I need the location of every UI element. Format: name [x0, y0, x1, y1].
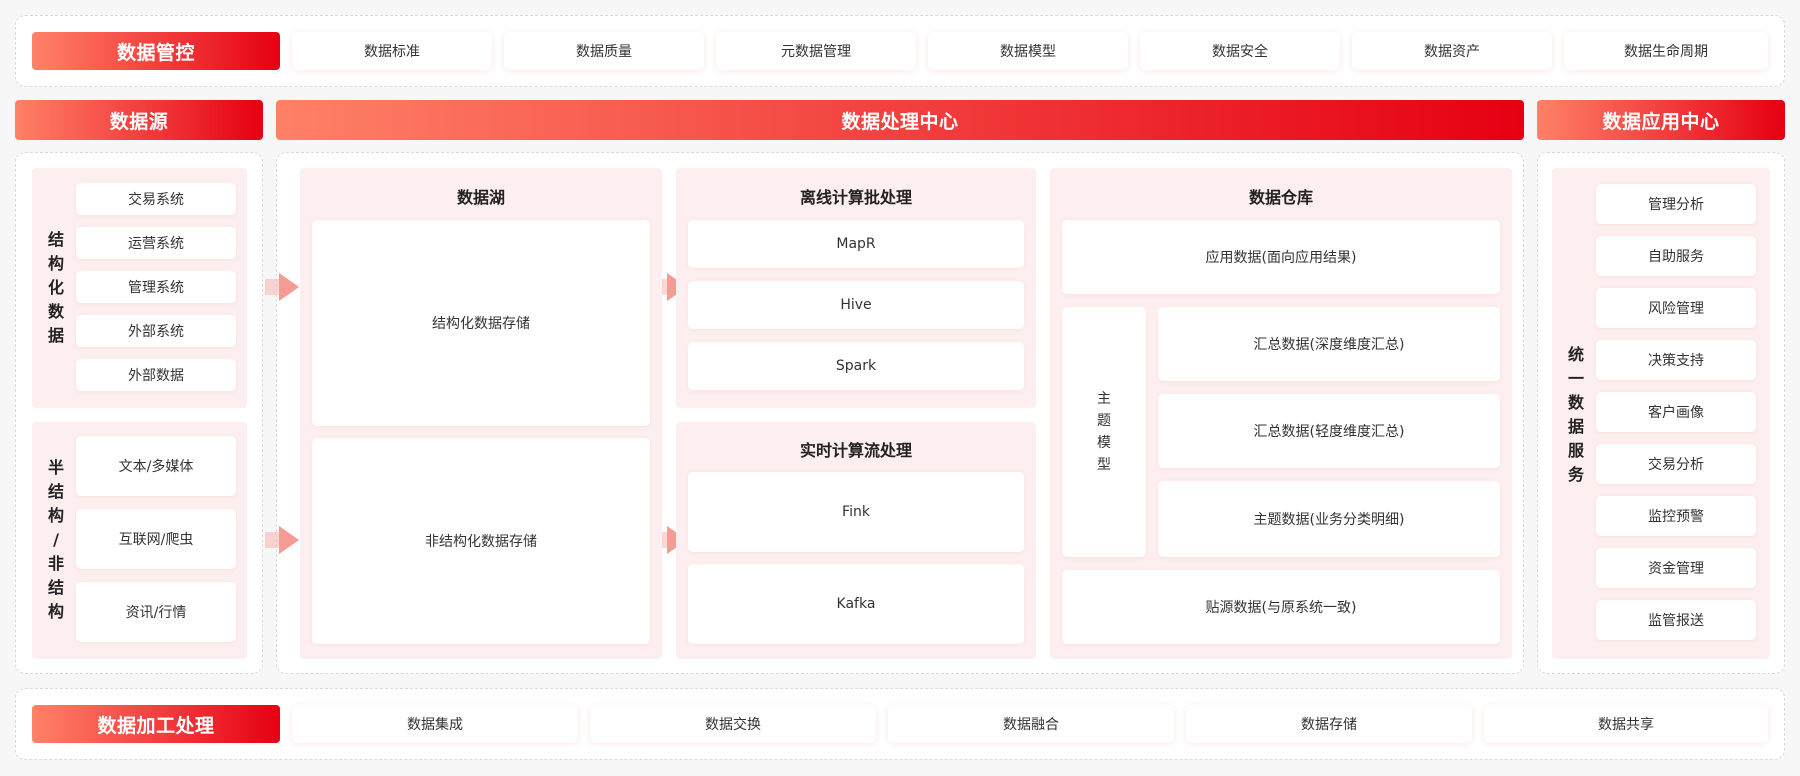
governance-item[interactable]: 数据模型: [928, 32, 1128, 70]
app-item-customer-profile[interactable]: 客户画像: [1596, 392, 1756, 432]
semi-structured-label: 半结构 / 非结构: [47, 458, 64, 621]
processing-item-fusion[interactable]: 数据融合: [888, 705, 1174, 743]
data-source-header: 数据源: [15, 100, 263, 140]
app-item-risk-management[interactable]: 风险管理: [1596, 288, 1756, 328]
governance-item[interactable]: 数据安全: [1140, 32, 1340, 70]
processing-item-storage[interactable]: 数据存储: [1186, 705, 1472, 743]
source-item-external-system[interactable]: 外部系统: [76, 315, 236, 347]
processing-item-sharing[interactable]: 数据共享: [1484, 705, 1768, 743]
stream-item-fink[interactable]: Fink: [688, 472, 1024, 552]
app-item-regulatory-reporting[interactable]: 监管报送: [1596, 600, 1756, 640]
subject-data-layer[interactable]: 主题数据(业务分类明细): [1158, 481, 1500, 557]
data-warehouse-title: 数据仓库: [1248, 188, 1313, 207]
realtime-stream-title: 实时计算流处理: [799, 441, 912, 460]
offline-batch-title: 离线计算批处理: [799, 188, 912, 207]
governance-item[interactable]: 数据生命周期: [1564, 32, 1768, 70]
app-item-monitoring-alert[interactable]: 监控预警: [1596, 496, 1756, 536]
source-item-text-multimedia[interactable]: 文本/多媒体: [76, 436, 236, 496]
source-data-layer[interactable]: 贴源数据(与原系统一致): [1062, 570, 1500, 644]
stream-item-kafka[interactable]: Kafka: [688, 564, 1024, 644]
data-application-center-header: 数据应用中心: [1537, 100, 1785, 140]
arrow-right-icon: [265, 526, 299, 554]
governance-title: 数据管控: [32, 32, 280, 70]
source-item-internet-crawler[interactable]: 互联网/爬虫: [76, 509, 236, 569]
data-lake-title: 数据湖: [456, 188, 505, 207]
source-item-operations-system[interactable]: 运营系统: [76, 227, 236, 259]
summary-deep-layer[interactable]: 汇总数据(深度维度汇总): [1158, 307, 1500, 381]
source-item-management-system[interactable]: 管理系统: [76, 271, 236, 303]
batch-item-spark[interactable]: Spark: [688, 342, 1024, 390]
governance-item[interactable]: 数据标准: [292, 32, 492, 70]
summary-light-layer[interactable]: 汇总数据(轻度维度汇总): [1158, 394, 1500, 468]
batch-item-hive[interactable]: Hive: [688, 281, 1024, 329]
unstructured-data-storage[interactable]: 非结构化数据存储: [312, 438, 650, 644]
governance-item[interactable]: 元数据管理: [716, 32, 916, 70]
app-item-self-service[interactable]: 自助服务: [1596, 236, 1756, 276]
subject-model-layer[interactable]: 主题模型: [1062, 307, 1146, 557]
source-item-trading-system[interactable]: 交易系统: [76, 183, 236, 215]
data-processing-row-title: 数据加工处理: [32, 705, 280, 743]
processing-item-integration[interactable]: 数据集成: [292, 705, 578, 743]
unified-data-service-label: 统一数据服务: [1567, 345, 1584, 484]
structured-data-label: 结构化数据: [47, 230, 64, 345]
arrow-right-icon: [265, 273, 299, 301]
application-data-layer[interactable]: 应用数据(面向应用结果): [1062, 220, 1500, 294]
app-item-management-analysis[interactable]: 管理分析: [1596, 184, 1756, 224]
processing-item-exchange[interactable]: 数据交换: [590, 705, 876, 743]
governance-item[interactable]: 数据资产: [1352, 32, 1552, 70]
batch-item-mapr[interactable]: MapR: [688, 220, 1024, 268]
data-processing-center-header: 数据处理中心: [276, 100, 1524, 140]
app-item-decision-support[interactable]: 决策支持: [1596, 340, 1756, 380]
structured-data-storage[interactable]: 结构化数据存储: [312, 220, 650, 426]
source-item-news-market[interactable]: 资讯/行情: [76, 582, 236, 642]
app-item-fund-management[interactable]: 资金管理: [1596, 548, 1756, 588]
governance-item[interactable]: 数据质量: [504, 32, 704, 70]
source-item-external-data[interactable]: 外部数据: [76, 359, 236, 391]
app-item-trading-analysis[interactable]: 交易分析: [1596, 444, 1756, 484]
subject-model-label: 主题模型: [1097, 391, 1111, 473]
